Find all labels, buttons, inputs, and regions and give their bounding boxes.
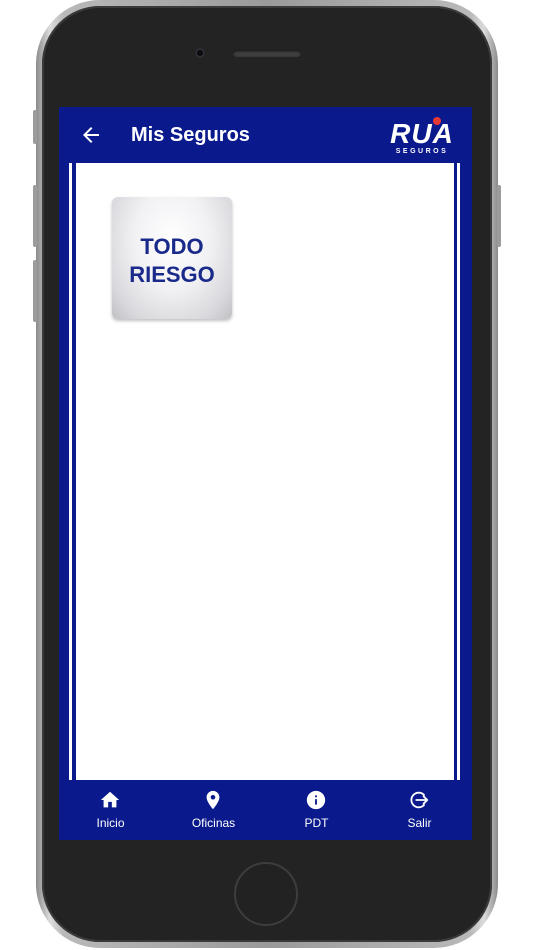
app-screen: Mis Seguros RUA SEGUROS TODO RIESGO Inic… <box>59 107 472 840</box>
logout-icon <box>408 789 430 811</box>
home-button[interactable] <box>234 862 298 926</box>
insurance-tile-todo-riesgo[interactable]: TODO RIESGO <box>112 197 232 319</box>
tile-label: TODO RIESGO <box>129 234 215 287</box>
content-border-right <box>457 163 460 780</box>
power-button <box>497 185 501 247</box>
app-bar: Mis Seguros RUA SEGUROS <box>59 107 472 163</box>
page-title: Mis Seguros <box>131 124 250 146</box>
content-area: TODO RIESGO <box>76 163 454 780</box>
nav-item-inicio[interactable]: Inicio <box>59 780 162 840</box>
home-icon <box>99 789 121 811</box>
info-icon <box>305 789 327 811</box>
nav-item-pdt[interactable]: PDT <box>265 780 368 840</box>
nav-label: Salir <box>407 816 432 830</box>
volume-down-button <box>33 260 37 322</box>
logo-dot <box>433 117 441 125</box>
arrow-back-icon[interactable] <box>79 123 103 147</box>
content-border-left <box>69 163 72 780</box>
nav-item-oficinas[interactable]: Oficinas <box>162 780 265 840</box>
rua-seguros-logo: RUA SEGUROS <box>387 117 457 158</box>
volume-up-button <box>33 185 37 247</box>
nav-label: Inicio <box>96 816 125 830</box>
logo-subtext: SEGUROS <box>395 148 449 155</box>
logo-text: RUA <box>390 118 454 149</box>
earpiece-speaker <box>233 50 301 57</box>
bottom-navigation: Inicio Oficinas PDT Salir <box>59 780 472 840</box>
nav-item-salir[interactable]: Salir <box>368 780 471 840</box>
nav-label: PDT <box>304 816 329 830</box>
nav-label: Oficinas <box>191 816 236 830</box>
front-camera <box>195 48 205 58</box>
location-pin-icon <box>202 789 224 811</box>
silent-switch <box>33 110 37 144</box>
